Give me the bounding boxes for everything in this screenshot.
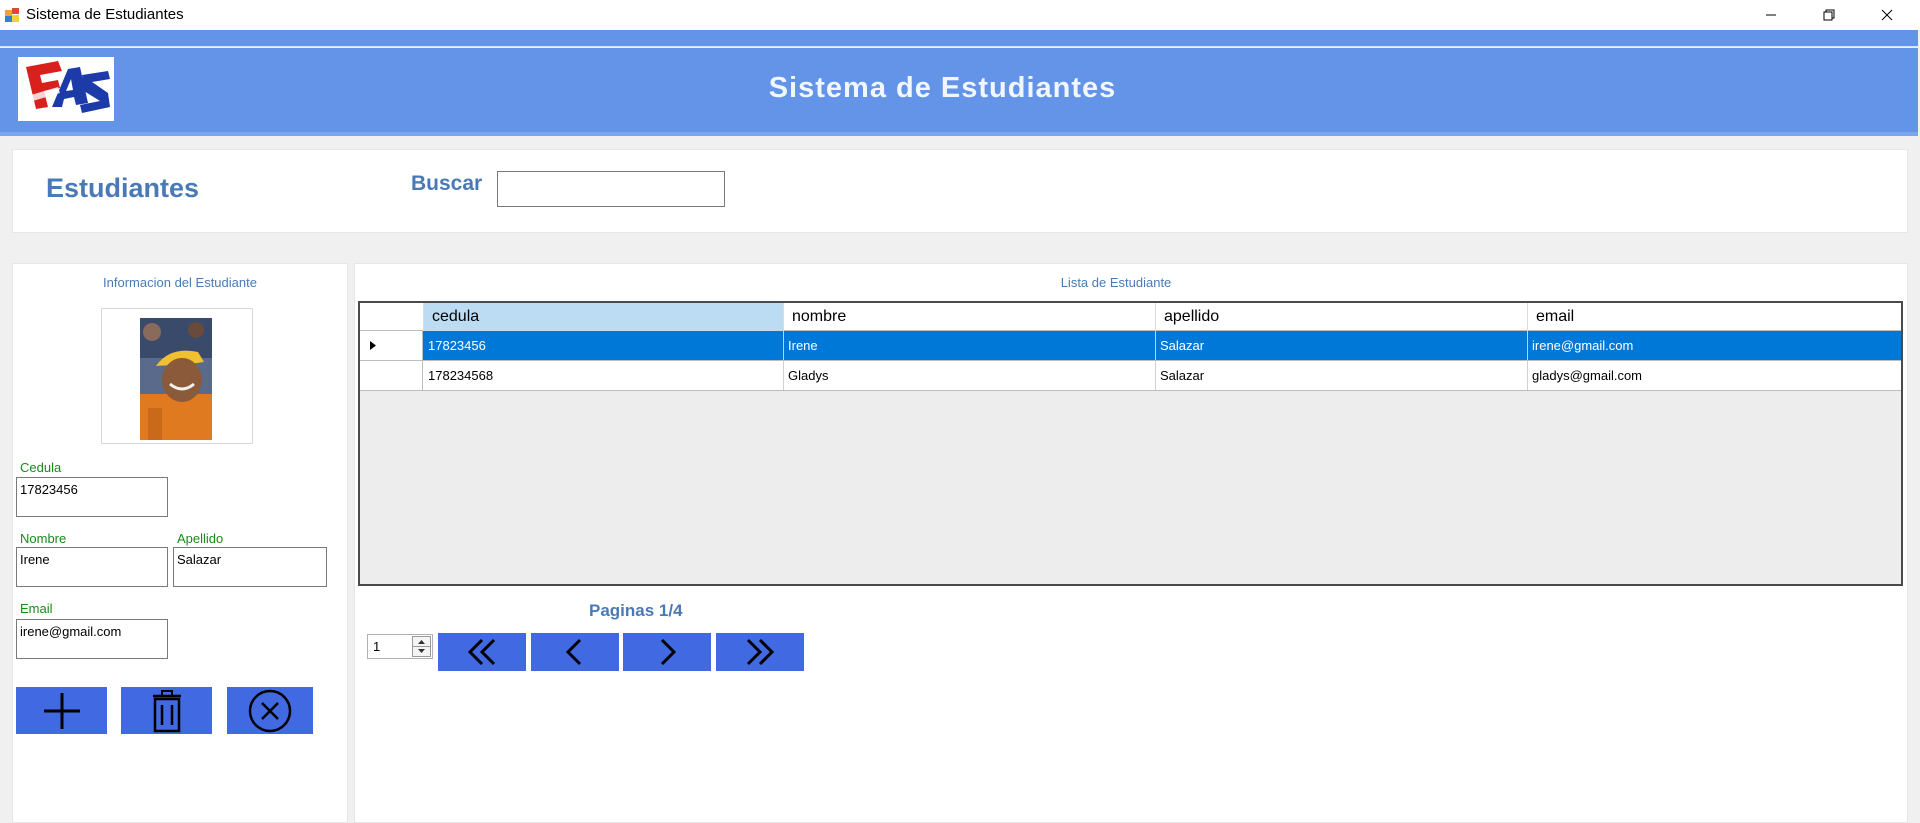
first-page-button[interactable] bbox=[438, 633, 526, 671]
minimize-button[interactable] bbox=[1742, 0, 1800, 30]
row-header[interactable] bbox=[360, 361, 423, 390]
add-button[interactable] bbox=[16, 687, 107, 734]
close-button[interactable] bbox=[1858, 0, 1916, 30]
trash-icon bbox=[152, 689, 181, 732]
next-page-icon bbox=[660, 638, 677, 666]
email-field[interactable]: irene@gmail.com bbox=[16, 619, 168, 659]
cedula-label: Cedula bbox=[20, 460, 62, 475]
app-icon bbox=[5, 8, 19, 22]
minimize-icon bbox=[1766, 14, 1776, 16]
cell-email[interactable]: gladys@gmail.com bbox=[1528, 361, 1901, 390]
apellido-field[interactable]: Salazar bbox=[173, 547, 327, 587]
apellido-label: Apellido bbox=[177, 531, 224, 546]
nombre-field[interactable]: Irene bbox=[16, 547, 168, 587]
cell-nombre[interactable]: Irene bbox=[784, 331, 1156, 360]
student-list-caption: Lista de Estudiante bbox=[1060, 275, 1172, 290]
close-icon bbox=[1881, 9, 1893, 21]
table-row[interactable]: 17823456 Irene Salazar irene@gmail.com bbox=[360, 331, 1901, 361]
window-title: Sistema de Estudiantes bbox=[26, 6, 184, 23]
grid-corner bbox=[360, 303, 424, 331]
first-page-icon bbox=[467, 638, 496, 666]
search-label: Buscar bbox=[411, 172, 483, 195]
table-row[interactable]: 178234568 Gladys Salazar gladys@gmail.co… bbox=[360, 361, 1901, 391]
cell-cedula[interactable]: 178234568 bbox=[424, 361, 784, 390]
row-header[interactable] bbox=[360, 331, 423, 360]
column-header-apellido[interactable]: apellido bbox=[1156, 303, 1528, 331]
cell-cedula[interactable]: 17823456 bbox=[424, 331, 784, 360]
cell-apellido[interactable]: Salazar bbox=[1156, 361, 1528, 390]
cancel-button[interactable] bbox=[227, 687, 313, 734]
spinner-arrows-icon bbox=[413, 640, 430, 653]
last-page-icon bbox=[746, 638, 775, 666]
column-header-cedula[interactable]: cedula bbox=[424, 303, 784, 331]
nombre-label: Nombre bbox=[20, 531, 67, 546]
cell-apellido[interactable]: Salazar bbox=[1156, 331, 1528, 360]
row-pointer-icon bbox=[370, 341, 376, 350]
student-photo-icon bbox=[140, 318, 212, 440]
cancel-circle-icon bbox=[248, 689, 292, 732]
students-grid[interactable]: cedula nombre apellido email 17823456 Ir… bbox=[358, 301, 1903, 586]
header-strip bbox=[0, 30, 1918, 47]
cell-nombre[interactable]: Gladys bbox=[784, 361, 1156, 390]
delete-button[interactable] bbox=[121, 687, 212, 734]
spinner-buttons[interactable] bbox=[412, 636, 431, 657]
cell-email[interactable]: irene@gmail.com bbox=[1528, 331, 1901, 360]
last-page-button[interactable] bbox=[716, 633, 804, 671]
cedula-field[interactable]: 17823456 bbox=[16, 477, 168, 517]
window-titlebar: Sistema de Estudiantes bbox=[0, 0, 1920, 30]
grid-header: cedula nombre apellido email bbox=[360, 303, 1901, 331]
restore-icon bbox=[1823, 9, 1835, 21]
banner-title: Sistema de Estudiantes bbox=[768, 72, 1117, 104]
email-label: Email bbox=[20, 601, 53, 616]
next-page-button[interactable] bbox=[623, 633, 711, 671]
column-header-email[interactable]: email bbox=[1528, 303, 1901, 331]
student-info-caption: Informacion del Estudiante bbox=[103, 275, 257, 290]
pagination-label: Paginas 1/4 bbox=[589, 601, 683, 620]
search-panel bbox=[12, 149, 1908, 233]
restore-button[interactable] bbox=[1800, 0, 1858, 30]
plus-icon bbox=[43, 692, 80, 729]
section-title: Estudiantes bbox=[46, 173, 200, 203]
search-input[interactable] bbox=[497, 171, 725, 207]
prev-page-icon bbox=[565, 638, 582, 666]
column-header-nombre[interactable]: nombre bbox=[784, 303, 1156, 331]
prev-page-button[interactable] bbox=[531, 633, 619, 671]
header-banner-border bbox=[0, 132, 1918, 136]
